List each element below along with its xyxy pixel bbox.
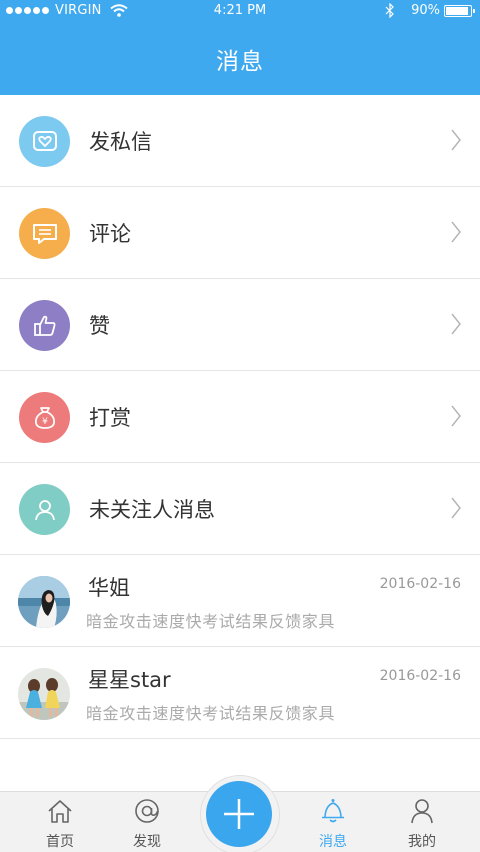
- menu-item-label: 发私信: [89, 130, 152, 154]
- status-bar: VIRGIN 4:21 PM 90%: [0, 0, 480, 22]
- tab-label: 消息: [319, 834, 347, 850]
- chevron-right-icon: [451, 405, 461, 427]
- chevron-right-icon: [451, 129, 461, 151]
- menu-item-label: 赞: [89, 314, 110, 338]
- tab-home[interactable]: 首页: [20, 792, 100, 852]
- chevron-right-icon: [451, 497, 461, 519]
- person-icon: [34, 499, 55, 520]
- message-list: 发私信 评论 赞 ¥ 打赏 未关注人消息 华姐 2016-02-16 暗金攻击速…: [0, 95, 480, 739]
- avatar[interactable]: [18, 668, 70, 720]
- tab-label: 发现: [133, 834, 161, 850]
- status-right: 90%: [385, 3, 475, 18]
- tab-label: 首页: [46, 834, 74, 850]
- compose-button[interactable]: [206, 781, 272, 847]
- tab-mine[interactable]: 我的: [382, 792, 462, 852]
- menu-item-label: 打赏: [89, 406, 131, 430]
- conversation-row[interactable]: 星星star 2016-02-16 暗金攻击速度快考试结果反馈家具: [0, 647, 480, 739]
- tab-messages[interactable]: 消息: [293, 792, 373, 852]
- avatar-photo: [18, 668, 70, 720]
- menu-item-likes[interactable]: 赞: [0, 279, 480, 371]
- app-header: VIRGIN 4:21 PM 90% 消息: [0, 0, 480, 95]
- message-date: 2016-02-16: [379, 668, 461, 684]
- tab-label: 我的: [408, 834, 436, 850]
- conversation-row[interactable]: 华姐 2016-02-16 暗金攻击速度快考试结果反馈家具: [0, 555, 480, 647]
- user-icon: [411, 799, 433, 824]
- thumbs-up-icon: [33, 315, 55, 336]
- person-icon-circle: [19, 484, 70, 535]
- menu-item-label: 未关注人消息: [89, 498, 215, 522]
- tab-discover[interactable]: 发现: [107, 792, 187, 852]
- menu-item-label: 评论: [89, 222, 131, 246]
- svg-text:¥: ¥: [42, 417, 48, 427]
- comment-icon-circle: [19, 208, 70, 259]
- page-title: 消息: [216, 49, 264, 75]
- battery-percent: 90%: [411, 3, 440, 18]
- chevron-right-icon: [451, 313, 461, 335]
- money-bag-icon: ¥: [34, 406, 55, 429]
- message-date: 2016-02-16: [379, 576, 461, 592]
- plus-icon: [224, 799, 254, 829]
- chevron-right-icon: [451, 221, 461, 243]
- tip-icon-circle: ¥: [19, 392, 70, 443]
- home-icon: [48, 800, 72, 823]
- menu-item-unfollowed-messages[interactable]: 未关注人消息: [0, 463, 480, 555]
- avatar[interactable]: [18, 576, 70, 628]
- comment-icon: [32, 223, 57, 244]
- at-sign-icon: [135, 799, 159, 823]
- contact-name: 华姐: [88, 576, 130, 600]
- contact-name: 星星star: [88, 668, 171, 692]
- bluetooth-icon: [385, 3, 394, 18]
- menu-item-private-message[interactable]: 发私信: [0, 95, 480, 187]
- private-message-icon-circle: [19, 116, 70, 167]
- message-preview: 暗金攻击速度快考试结果反馈家具: [86, 612, 336, 631]
- like-icon-circle: [19, 300, 70, 351]
- menu-item-tips[interactable]: ¥ 打赏: [0, 371, 480, 463]
- bell-icon: [322, 799, 344, 823]
- heart-message-icon: [32, 130, 57, 151]
- menu-item-comments[interactable]: 评论: [0, 187, 480, 279]
- avatar-photo: [18, 576, 70, 628]
- message-preview: 暗金攻击速度快考试结果反馈家具: [86, 704, 336, 723]
- battery-icon: [444, 4, 475, 17]
